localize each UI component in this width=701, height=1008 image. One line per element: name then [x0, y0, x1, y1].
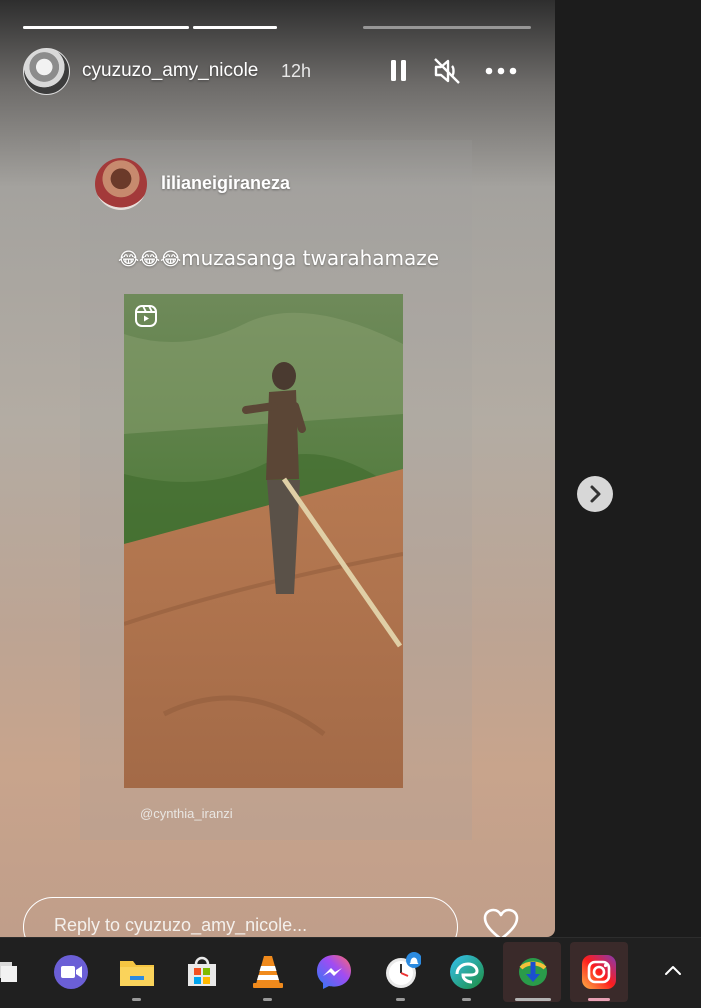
caption-emoji: 😂😂😂 [118, 249, 182, 270]
running-indicator [132, 998, 141, 1001]
reply-box[interactable] [23, 897, 458, 937]
reel-scene-image [124, 294, 403, 788]
reel-credit: @cynthia_iranzi [140, 806, 233, 821]
progress-segment-2 [193, 26, 277, 29]
clock-app-icon [386, 952, 422, 988]
mute-button[interactable] [432, 56, 462, 86]
progress-segment-1 [23, 26, 189, 29]
volume-muted-icon [434, 58, 460, 84]
caption-text: muzasanga twarahamaze [181, 246, 440, 270]
story-author-avatar[interactable] [23, 48, 70, 95]
installer-button[interactable] [513, 952, 553, 1001]
running-indicator [263, 998, 272, 1001]
messenger-button[interactable] [314, 952, 354, 992]
story-author-username[interactable]: cyuzuzo_amy_nicole [82, 60, 258, 82]
running-indicator [515, 998, 551, 1001]
file-explorer-icon [120, 961, 154, 986]
reel-video-frame[interactable] [124, 294, 403, 788]
microsoft-store-button[interactable] [182, 952, 222, 992]
instagram-button[interactable] [579, 952, 619, 1001]
vlc-button[interactable] [248, 952, 288, 1001]
instagram-icon [582, 955, 616, 989]
microsoft-store-icon [188, 956, 216, 986]
task-view-button[interactable] [0, 952, 28, 992]
chevron-right-icon [590, 485, 601, 503]
installer-icon [519, 958, 547, 986]
task-view-icon [0, 962, 17, 982]
vlc-icon [253, 956, 283, 988]
file-explorer-button[interactable] [117, 952, 157, 1001]
next-story-button[interactable] [577, 476, 613, 512]
running-indicator [462, 998, 471, 1001]
zoom-app-button[interactable] [51, 952, 91, 992]
heart-outline-icon [483, 908, 519, 937]
taskbar [0, 937, 701, 1008]
more-options-button[interactable] [485, 56, 517, 86]
shared-post-avatar[interactable] [95, 158, 147, 210]
pause-icon [391, 60, 406, 81]
edge-button[interactable] [447, 952, 487, 1001]
chevron-up-icon [665, 966, 681, 975]
shared-post-caption: 😂😂😂muzasanga twarahamaze [118, 246, 439, 270]
shared-post-username[interactable]: lilianeigiraneza [161, 173, 290, 194]
running-indicator [396, 998, 405, 1001]
active-indicator [588, 998, 610, 1001]
pause-button[interactable] [384, 56, 414, 86]
more-options-icon [485, 67, 517, 75]
show-hidden-icons-button[interactable] [662, 962, 684, 978]
like-button[interactable] [482, 907, 520, 937]
story-viewer: cyuzuzo_amy_nicole 12h lilianeigiraneza … [0, 0, 555, 937]
reply-input[interactable] [52, 914, 436, 937]
messenger-icon [317, 955, 351, 989]
story-timestamp: 12h [281, 61, 312, 81]
zoom-icon [54, 955, 88, 989]
edge-icon [450, 955, 484, 989]
reels-icon [135, 305, 157, 327]
progress-segment-3 [363, 26, 531, 29]
clock-app-button[interactable] [381, 952, 422, 1001]
